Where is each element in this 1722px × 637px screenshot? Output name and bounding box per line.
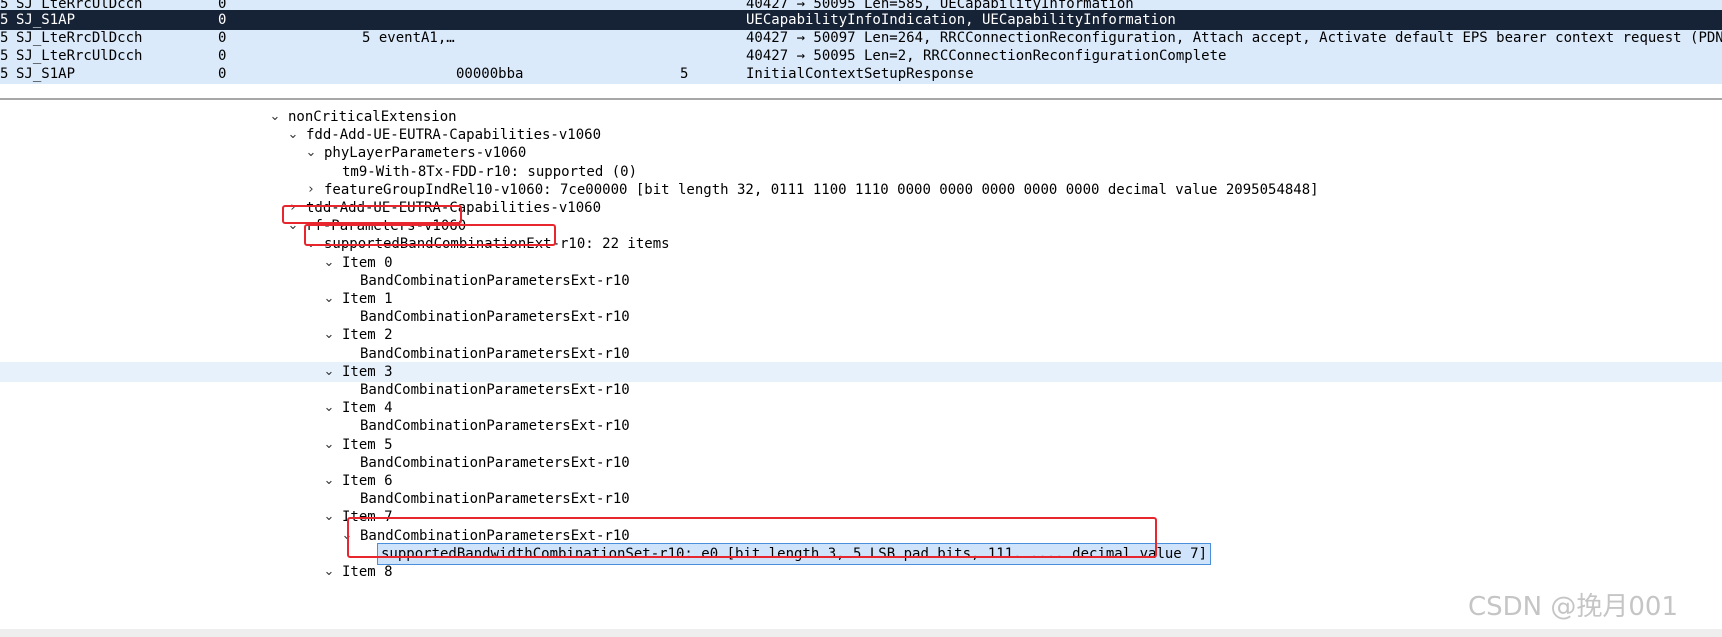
tree-node-label: tm9-With-8Tx-FDD-r10: supported (0): [342, 164, 638, 180]
tree-node[interactable]: › tdd-Add-UE-EUTRA-Capabilities-v1060: [0, 198, 1722, 218]
packet-info: 40427 → 50097 Len=264, RRCConnectionReco…: [746, 30, 1722, 46]
tree-node[interactable]: tm9-With-8Tx-FDD-r10: supported (0): [0, 162, 1722, 182]
pane-gap: [0, 84, 1722, 104]
tree-node-label: BandCombinationParametersExt-r10: [360, 528, 630, 544]
packet-row[interactable]: 5 SJ_LteRrcUlDcch 0 40427 → 50095 Len=2, RR…: [0, 46, 1722, 66]
pane-splitter[interactable]: [0, 98, 1722, 100]
chevron-right-icon[interactable]: ›: [304, 180, 318, 200]
tree-node-label: BandCombinationParametersExt-r10: [360, 273, 630, 289]
horizontal-scrollbar[interactable]: [0, 629, 1722, 637]
tree-node-label: fdd-Add-UE-EUTRA-Capabilities-v1060: [306, 127, 602, 143]
tree-node-label: BandCombinationParametersExt-r10: [360, 455, 630, 471]
tree-node[interactable]: ⌄ Item 1: [0, 289, 1722, 309]
packet-protocol: SJ_LteRrcDlDcch: [16, 30, 143, 46]
packet-row[interactable]: 5 SJ_LteRrcDlDcch 0 5 eventA1,… 40427 → 5009…: [0, 28, 1722, 48]
tree-node[interactable]: ⌄ Item 8: [0, 562, 1722, 582]
tree-node[interactable]: supportedBandwidthCombinationSet-r10: e0…: [0, 543, 1722, 565]
tree-node[interactable]: BandCombinationParametersExt-r10: [0, 380, 1722, 400]
tree-node[interactable]: ⌄ Item 0: [0, 253, 1722, 273]
tree-node-label: tdd-Add-UE-EUTRA-Capabilities-v1060: [306, 200, 602, 216]
chevron-down-icon[interactable]: ⌄: [322, 253, 336, 273]
tree-node[interactable]: ⌄ Item 6: [0, 471, 1722, 491]
tree-node-label: nonCriticalExtension: [288, 109, 457, 125]
tree-node[interactable]: ⌄ phyLayerParameters-v1060: [0, 143, 1722, 163]
tree-node-label: Item 1: [342, 291, 393, 307]
packet-number: 0: [218, 48, 227, 64]
tree-node[interactable]: BandCombinationParametersExt-r10: [0, 307, 1722, 327]
tree-node-label: BandCombinationParametersExt-r10: [360, 382, 630, 398]
tree-node-label: BandCombinationParametersExt-r10: [360, 346, 630, 362]
chevron-down-icon[interactable]: ⌄: [322, 471, 336, 491]
tree-node[interactable]: ⌄ Item 3: [0, 362, 1722, 382]
packet-protocol: SJ_S1AP: [16, 66, 76, 82]
packet-events: 5 eventA1,…: [362, 30, 455, 46]
chevron-down-icon[interactable]: ⌄: [322, 398, 336, 418]
packet-number: 0: [218, 30, 227, 46]
tree-node[interactable]: ⌄ Item 5: [0, 435, 1722, 455]
chevron-down-icon[interactable]: ⌄: [322, 289, 336, 309]
tree-node-label: Item 0: [342, 255, 393, 271]
packet-info: 40427 → 50095 Len=2, RRCConnectionReconf…: [746, 48, 1227, 64]
chevron-down-icon[interactable]: ⌄: [286, 125, 300, 145]
chevron-down-icon[interactable]: ⌄: [322, 562, 336, 582]
tree-node[interactable]: BandCombinationParametersExt-r10: [0, 271, 1722, 291]
tree-node[interactable]: BandCombinationParametersExt-r10: [0, 416, 1722, 436]
tree-node-label: phyLayerParameters-v1060: [324, 145, 527, 161]
tree-node[interactable]: › featureGroupIndRel10-v1060: 7ce00000 [b…: [0, 180, 1722, 200]
chevron-down-icon[interactable]: ⌄: [286, 216, 300, 236]
packet-mark: 5: [0, 12, 9, 28]
packet-count: 5: [680, 66, 689, 82]
chevron-down-icon[interactable]: ⌄: [322, 435, 336, 455]
tree-node-label: supportedBandwidthCombinationSet-r10: e0…: [376, 543, 1212, 565]
chevron-down-icon[interactable]: ⌄: [268, 107, 282, 127]
tree-node[interactable]: BandCombinationParametersExt-r10: [0, 489, 1722, 509]
packet-row[interactable]: 5 SJ_S1AP 0 00000bba 5 InitialContextSetupRes…: [0, 64, 1722, 84]
packet-mark: 5: [0, 66, 9, 82]
packet-number: 0: [218, 12, 227, 28]
tree-node[interactable]: ⌄ Item 4: [0, 398, 1722, 418]
tree-node[interactable]: BandCombinationParametersExt-r10: [0, 453, 1722, 473]
tree-node[interactable]: ⌄ supportedBandCombinationExt-r10: 22 ite…: [0, 234, 1722, 254]
tree-node-label: BandCombinationParametersExt-r10: [360, 491, 630, 507]
packet-info: UECapabilityInfoIndication, UECapability…: [746, 12, 1176, 28]
tree-node[interactable]: ⌄ Item 7: [0, 507, 1722, 527]
packet-protocol: SJ_S1AP: [16, 12, 76, 28]
tree-node[interactable]: ⌄ BandCombinationParametersExt-r10: [0, 526, 1722, 546]
chevron-down-icon[interactable]: ⌄: [322, 507, 336, 527]
tree-node-label: Item 3: [342, 364, 393, 380]
tree-node[interactable]: ⌄ Item 2: [0, 325, 1722, 345]
tree-node-label: supportedBandCombinationExt-r10: 22 item…: [324, 236, 670, 252]
packet-mark: 5: [0, 48, 9, 64]
tree-node[interactable]: ⌄ nonCriticalExtension: [0, 107, 1722, 127]
tree-node-label: BandCombinationParametersExt-r10: [360, 309, 630, 325]
packet-hex: 00000bba: [456, 66, 524, 82]
chevron-down-icon[interactable]: ⌄: [304, 143, 318, 163]
watermark: CSDN @挽月001: [1468, 592, 1679, 622]
packet-details-tree[interactable]: ⌄ nonCriticalExtension ⌄ fdd-Add-UE-EUTRA-C…: [0, 107, 1722, 629]
chevron-down-icon[interactable]: ⌄: [322, 325, 336, 345]
tree-node-label: Item 2: [342, 327, 393, 343]
tree-node[interactable]: ⌄ rf-Parameters-v1060: [0, 216, 1722, 236]
chevron-down-icon[interactable]: ⌄: [340, 526, 354, 546]
packet-row[interactable]: 5 SJ_S1AP 0 UECapabilityInfoIndication, UEC…: [0, 10, 1722, 30]
chevron-down-icon[interactable]: ⌄: [322, 362, 336, 382]
tree-node-label: Item 6: [342, 473, 393, 489]
tree-node[interactable]: ⌄ fdd-Add-UE-EUTRA-Capabilities-v1060: [0, 125, 1722, 145]
packet-number: 0: [218, 66, 227, 82]
tree-node-label: Item 4: [342, 400, 393, 416]
chevron-down-icon[interactable]: ⌄: [304, 234, 318, 254]
tree-node-label: Item 8: [342, 564, 393, 580]
packet-info: InitialContextSetupResponse: [746, 66, 974, 82]
tree-node-label: featureGroupIndRel10-v1060: 7ce00000 [bi…: [324, 182, 1319, 198]
packet-mark: 5: [0, 30, 9, 46]
packet-list[interactable]: 5 SJ_LteRrcUlDcch 0 40427 → 50095 Len=585, …: [0, 0, 1722, 84]
packet-protocol: SJ_LteRrcUlDcch: [16, 48, 143, 64]
tree-node-label: rf-Parameters-v1060: [306, 218, 467, 234]
chevron-right-icon[interactable]: ›: [286, 198, 300, 218]
tree-node-label: BandCombinationParametersExt-r10: [360, 418, 630, 434]
tree-node-label: Item 5: [342, 437, 393, 453]
tree-node-label: Item 7: [342, 509, 393, 525]
tree-node[interactable]: BandCombinationParametersExt-r10: [0, 344, 1722, 364]
